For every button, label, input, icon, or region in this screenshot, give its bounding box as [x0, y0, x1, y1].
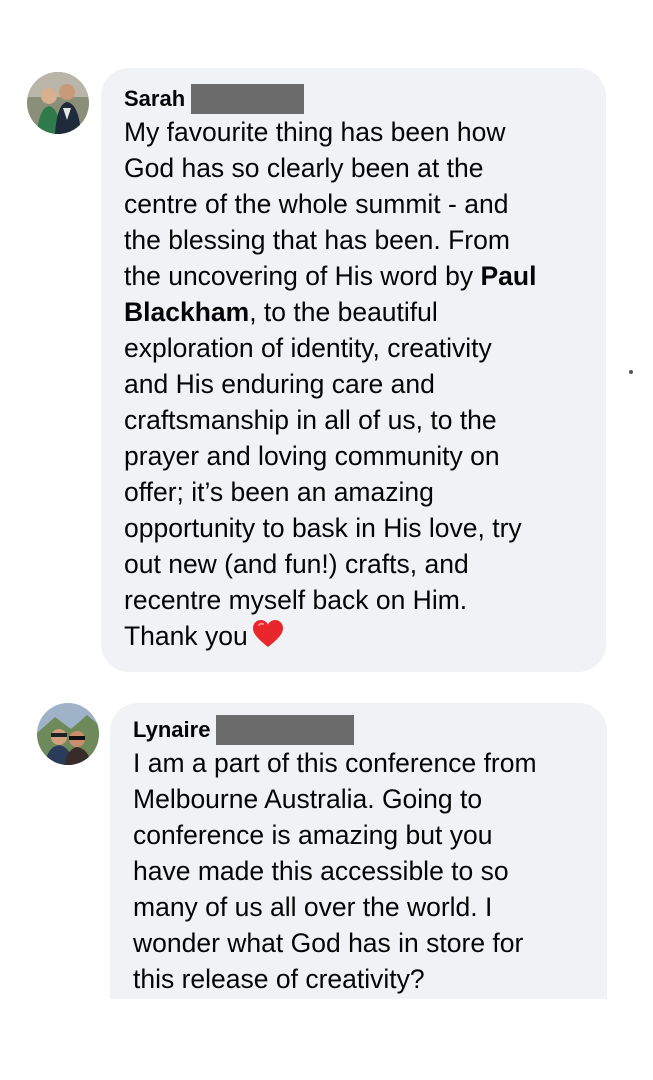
redacted-surname	[216, 715, 355, 745]
author-name[interactable]: Sarah	[124, 84, 185, 114]
comment-bubble-lynaire: Lynaire I am a part of this conference f…	[110, 703, 607, 999]
comment-bubble-sarah: Sarah My favourite thing has been how Go…	[101, 68, 606, 672]
tagged-person[interactable]: Blackham	[124, 297, 249, 327]
profile-photo-icon	[37, 703, 99, 765]
redacted-surname	[191, 84, 305, 114]
avatar-lynaire[interactable]	[37, 703, 99, 765]
comment-text: I am a part of this conference from Melb…	[133, 748, 537, 994]
avatar-sarah[interactable]	[27, 72, 89, 134]
tagged-person[interactable]: Paul	[480, 261, 536, 291]
comment-author-row: Sarah	[124, 84, 586, 114]
separator-dot	[629, 370, 633, 374]
comment-text: My favourite thing has been how God has …	[124, 114, 586, 658]
author-name[interactable]: Lynaire	[133, 715, 210, 745]
comment-author-row: Lynaire	[133, 715, 587, 745]
profile-photo-icon	[27, 72, 89, 134]
red-heart-icon	[252, 619, 284, 658]
